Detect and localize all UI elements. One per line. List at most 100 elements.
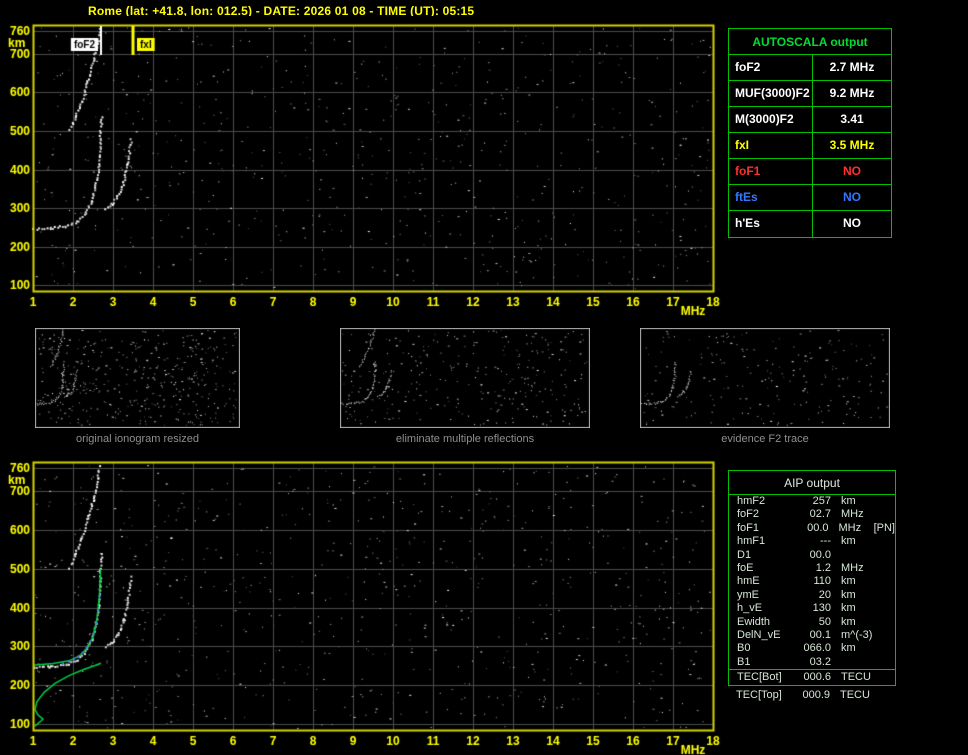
aip-param-note — [875, 589, 877, 602]
aip-param-note — [875, 575, 877, 588]
autoscala-row-h'Es: h'Es NO — [729, 211, 891, 237]
aip-param-label: foE — [737, 561, 754, 574]
aip-param-value: 257 — [812, 495, 831, 507]
aip-param-label: B1 — [737, 655, 751, 668]
aip-param-value: 130 — [812, 602, 831, 615]
aip-param-note — [875, 642, 877, 655]
autoscala-output-table: AUTOSCALA output foF2 2.7 MHz MUF(3000)F2 9… — [728, 28, 892, 238]
aip-param-unit: TECU — [841, 671, 871, 684]
aip-row-foE: foE 1.2 MHz — [729, 562, 895, 575]
autoscala-param-label: foF1 — [729, 159, 813, 184]
aip-param-note: [PN] — [873, 521, 895, 534]
aip-param-value: 1.2 — [815, 561, 831, 574]
ionogram-plot-bottom — [0, 452, 725, 755]
aip-row-B1: B1 03.2 — [729, 656, 895, 669]
aip-param-unit: TECU — [840, 689, 870, 701]
aip-param-unit: km — [841, 535, 856, 548]
aip-row-D1: D1 00.0 — [729, 549, 895, 562]
aip-row-foF2: foF2 02.7 MHz — [729, 508, 895, 521]
aip-table-title: AIP output — [729, 471, 895, 495]
autoscala-app-window: Rome (lat: +41.8, lon: 012.5) - DATE: 20… — [0, 0, 968, 755]
aip-param-note — [875, 495, 877, 508]
thumbnail-caption: evidence F2 trace — [721, 433, 809, 445]
aip-param-value: 00.0 — [807, 521, 829, 534]
aip-param-label: TEC[Bot] — [737, 671, 782, 684]
thumbnail-original-ionogram — [35, 328, 240, 428]
aip-param-unit: km — [841, 495, 856, 507]
aip-param-value: 000.9 — [802, 689, 830, 701]
aip-param-note — [875, 549, 877, 562]
autoscala-param-value: NO — [843, 164, 861, 178]
aip-row-ymE: ymE 20 km — [729, 589, 895, 602]
aip-param-label: hmF1 — [737, 535, 766, 548]
aip-param-label: hmF2 — [737, 495, 766, 507]
aip-param-label: B0 — [737, 642, 751, 655]
aip-table-rows: hmF2 257 km foF2 02.7 MHz foF1 00.0 MHz [PN] hmF1 -… — [729, 495, 895, 669]
aip-param-value: 00.1 — [809, 628, 831, 641]
aip-param-label: hmE — [737, 575, 760, 588]
autoscala-row-foF1: foF1 NO — [729, 159, 891, 185]
autoscala-row-fxI: fxI 3.5 MHz — [729, 133, 891, 159]
autoscala-param-label: h'Es — [729, 211, 813, 237]
aip-row-tec-top: TEC[Top] 000.9 TECU — [728, 688, 896, 702]
aip-output-table: AIP output hmF2 257 km foF2 02.7 MHz foF1 00.0 M… — [728, 470, 896, 686]
autoscala-row-M(3000)F2: M(3000)F2 3.41 — [729, 107, 891, 133]
aip-param-value: 50 — [818, 615, 831, 628]
aip-param-label: h_vE — [737, 602, 763, 615]
aip-row-h_vE: h_vE 130 km — [729, 602, 895, 615]
aip-param-value: 00.0 — [809, 548, 831, 561]
aip-row-foF1: foF1 00.0 MHz [PN] — [729, 522, 895, 535]
aip-param-label: D1 — [737, 548, 752, 561]
aip-param-unit: km — [841, 642, 856, 655]
thumbnail-caption: eliminate multiple reflections — [395, 433, 535, 445]
aip-row-B0: B0 066.0 km — [729, 642, 895, 655]
aip-param-unit — [831, 656, 875, 669]
aip-param-label: ymE — [737, 588, 759, 601]
aip-param-value: 066.0 — [803, 642, 831, 655]
autoscala-table-title: AUTOSCALA output — [729, 29, 891, 55]
thumbnail-eliminate-reflections — [340, 328, 590, 428]
aip-param-label: Ewidth — [737, 615, 771, 628]
aip-param-note — [875, 562, 877, 575]
autoscala-param-value: 3.41 — [840, 112, 864, 126]
aip-param-unit: km — [841, 602, 856, 615]
thumbnail-caption: original ionogram resized — [76, 433, 199, 445]
aip-param-unit: MHz — [838, 521, 862, 534]
aip-param-note — [875, 602, 877, 615]
aip-param-note — [875, 629, 877, 642]
aip-param-value: 000.6 — [803, 671, 831, 684]
autoscala-param-value: 3.5 MHz — [829, 138, 875, 152]
aip-param-unit: MHz — [841, 508, 864, 521]
aip-row-tec-bottom: TEC[Bot] 000.6 TECU — [729, 669, 895, 684]
aip-param-unit: km — [841, 588, 856, 601]
autoscala-param-value: NO — [843, 216, 861, 230]
aip-param-unit: km — [841, 615, 856, 628]
autoscala-param-label: ftEs — [729, 185, 813, 210]
autoscala-param-value: NO — [843, 190, 861, 204]
autoscala-param-label: M(3000)F2 — [729, 107, 813, 132]
aip-row-hmF2: hmF2 257 km — [729, 495, 895, 508]
aip-param-unit: km — [841, 575, 856, 588]
aip-param-label: DelN_vE — [737, 628, 781, 641]
aip-param-label: TEC[Top] — [736, 689, 782, 701]
autoscala-param-label: foF2 — [729, 55, 813, 80]
aip-param-unit — [831, 549, 875, 562]
autoscala-row-foF2: foF2 2.7 MHz — [729, 55, 891, 81]
autoscala-param-label: MUF(3000)F2 — [729, 81, 813, 106]
aip-param-value: --- — [820, 535, 831, 548]
autoscala-row-ftEs: ftEs NO — [729, 185, 891, 211]
aip-param-value: 02.7 — [809, 508, 831, 521]
aip-param-label: foF2 — [737, 508, 760, 521]
aip-param-value: 20 — [818, 588, 831, 601]
aip-param-note — [875, 656, 877, 669]
ionogram-plot-top — [0, 16, 725, 316]
autoscala-param-value: 9.2 MHz — [829, 86, 875, 100]
aip-param-value: 03.2 — [809, 655, 831, 668]
aip-param-note — [875, 508, 877, 521]
aip-row-Ewidth: Ewidth 50 km — [729, 616, 895, 629]
aip-param-value: 110 — [813, 575, 831, 588]
aip-row-DelN_vE: DelN_vE 00.1 m^(-3) — [729, 629, 895, 642]
autoscala-row-MUF(3000)F2: MUF(3000)F2 9.2 MHz — [729, 81, 891, 107]
aip-param-label: foF1 — [737, 521, 760, 534]
aip-row-hmF1: hmF1 --- km — [729, 535, 895, 548]
